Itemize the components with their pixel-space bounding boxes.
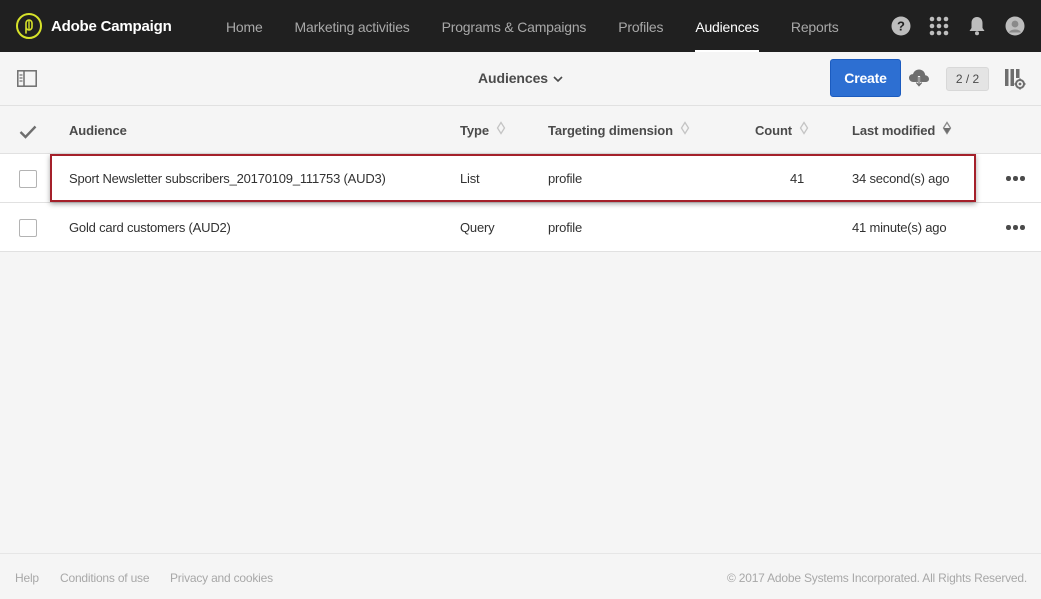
- table-row[interactable]: Sport Newsletter subscribers_20170109_11…: [0, 154, 1041, 203]
- audience-last-modified: 41 minute(s) ago: [852, 220, 947, 235]
- audience-count: 41: [789, 171, 804, 186]
- row-checkbox[interactable]: [19, 219, 37, 237]
- pagination-count: 2 / 2: [946, 67, 989, 91]
- list-toolbar: Audiences Create 2 / 2: [0, 52, 1041, 106]
- footer-privacy-link[interactable]: Privacy and cookies: [170, 571, 273, 585]
- nav-item-audiences[interactable]: Audiences: [679, 0, 775, 52]
- footer-copyright: © 2017 Adobe Systems Incorporated. All R…: [726, 571, 1027, 585]
- apps-grid-icon[interactable]: [927, 14, 951, 38]
- more-actions-icon[interactable]: [1006, 176, 1027, 181]
- view-title: Audiences: [478, 70, 548, 86]
- app-name: Adobe Campaign: [51, 17, 172, 35]
- nav-item-home[interactable]: Home: [210, 0, 279, 52]
- nav-item-programs-campaigns[interactable]: Programs & Campaigns: [426, 0, 603, 52]
- nav-item-profiles[interactable]: Profiles: [602, 0, 679, 52]
- audience-type: List: [460, 171, 480, 186]
- create-button[interactable]: Create: [830, 59, 901, 97]
- adobe-campaign-logo-icon: [16, 13, 42, 39]
- audience-name[interactable]: Sport Newsletter subscribers_20170109_11…: [69, 154, 386, 203]
- audience-targeting: profile: [548, 220, 583, 235]
- sort-icon: [799, 104, 809, 158]
- main-nav: Home Marketing activities Programs & Cam…: [210, 0, 855, 52]
- user-avatar-icon[interactable]: [1003, 14, 1027, 38]
- column-header-targeting-dimension[interactable]: Targeting dimension: [548, 107, 690, 154]
- chevron-down-icon: [553, 70, 563, 86]
- table-header: Audience Type Targeting dimension Count …: [0, 107, 1041, 154]
- help-icon[interactable]: ?: [889, 14, 913, 38]
- audience-targeting: profile: [548, 171, 583, 186]
- sort-descending-icon: [942, 104, 952, 158]
- audience-type: Query: [460, 220, 495, 235]
- table-row[interactable]: Gold card customers (AUD2) Query profile…: [0, 203, 1041, 252]
- svg-text:?: ?: [897, 19, 905, 34]
- footer-conditions-link[interactable]: Conditions of use: [60, 571, 150, 585]
- cloud-download-icon[interactable]: [908, 68, 930, 89]
- more-actions-icon[interactable]: [1006, 225, 1027, 230]
- column-header-count[interactable]: Count: [755, 107, 809, 154]
- brand[interactable]: Adobe Campaign: [16, 13, 172, 39]
- column-header-type[interactable]: Type: [460, 107, 506, 154]
- column-header-last-modified[interactable]: Last modified: [852, 107, 952, 154]
- top-right-icons: ?: [875, 14, 1027, 38]
- audience-last-modified: 34 second(s) ago: [852, 171, 950, 186]
- sort-icon: [496, 104, 506, 158]
- column-header-audience[interactable]: Audience: [69, 107, 127, 154]
- audience-name[interactable]: Gold card customers (AUD2): [69, 203, 231, 252]
- select-all-checkmark-icon[interactable]: [19, 125, 37, 144]
- top-navigation-bar: Adobe Campaign Home Marketing activities…: [0, 0, 1041, 52]
- page-footer: Help Conditions of use Privacy and cooki…: [0, 553, 1041, 599]
- audience-count: [755, 203, 804, 252]
- column-settings-icon[interactable]: [1004, 68, 1026, 90]
- nav-item-marketing-activities[interactable]: Marketing activities: [279, 0, 426, 52]
- footer-help-link[interactable]: Help: [15, 571, 39, 585]
- sort-icon: [680, 104, 690, 158]
- audiences-table: Audience Type Targeting dimension Count …: [0, 107, 1041, 252]
- nav-item-reports[interactable]: Reports: [775, 0, 855, 52]
- row-checkbox[interactable]: [19, 170, 37, 188]
- notification-bell-icon[interactable]: [965, 14, 989, 38]
